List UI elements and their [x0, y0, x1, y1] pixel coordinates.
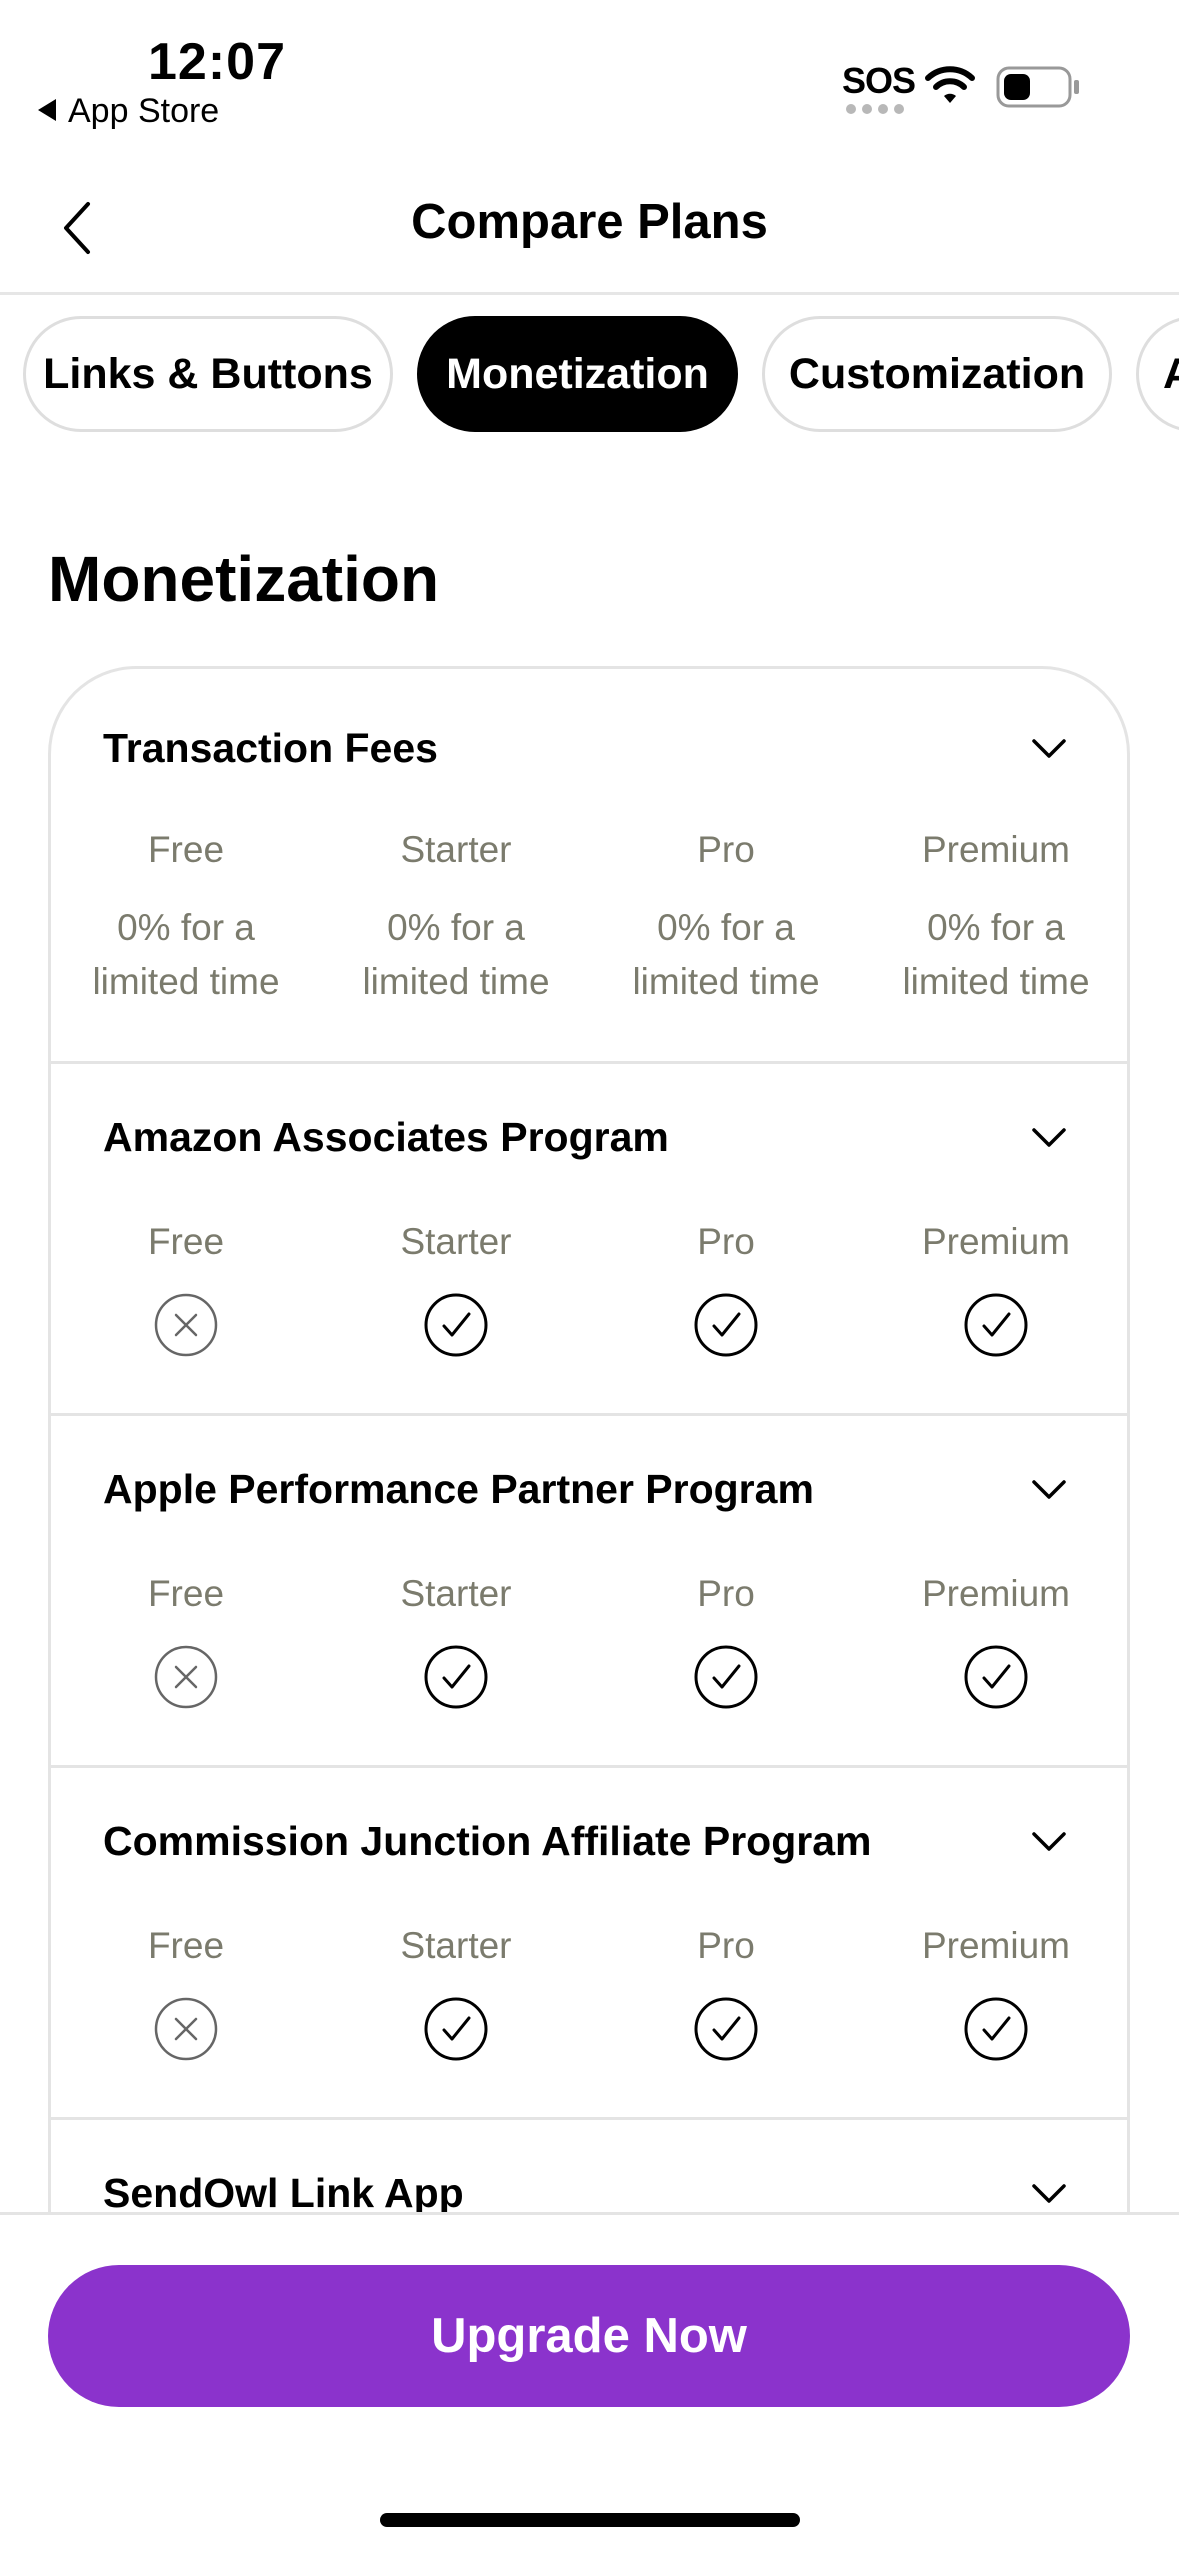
home-indicator — [380, 2513, 800, 2527]
x-circle-icon — [154, 1645, 218, 1709]
plan-label-premium: Premium — [921, 1925, 1071, 1966]
sos-indicator: SOS — [842, 60, 916, 101]
plan-label-starter: Starter — [400, 829, 512, 870]
fee-value-starter: 0% for a limited time — [362, 907, 550, 1002]
nav-bar: Compare Plans — [0, 160, 1179, 295]
category-tabs: Links & Buttons Monetization Customizati… — [0, 316, 1179, 438]
upgrade-now-button[interactable]: Upgrade Now — [48, 2265, 1130, 2407]
x-circle-icon — [154, 1293, 218, 1357]
fee-value-premium: 0% for a limited time — [902, 907, 1090, 1002]
feature-title: Transaction Fees — [103, 725, 438, 771]
feature-title: Amazon Associates Program — [103, 1114, 669, 1160]
section-title: Monetization — [48, 543, 440, 615]
page-title: Compare Plans — [411, 195, 768, 249]
plan-label-pro: Pro — [697, 1925, 755, 1966]
signal-dots — [846, 104, 904, 114]
chevron-down-icon[interactable] — [1031, 737, 1067, 761]
feature-row[interactable]: SendOwl Link App — [51, 2120, 1127, 2226]
plan-label-premium: Premium — [921, 1573, 1071, 1614]
x-circle-icon — [154, 1997, 218, 2061]
tab-customization[interactable]: Customization — [762, 316, 1112, 432]
feature-row[interactable]: Amazon Associates Program Free Starter P… — [51, 1064, 1127, 1416]
plan-label-premium: Premium — [921, 829, 1071, 870]
check-circle-icon — [964, 1293, 1028, 1357]
status-bar: 12:07 App Store SOS — [0, 0, 1179, 150]
feature-title: SendOwl Link App — [103, 2170, 464, 2216]
battery-icon — [996, 66, 1079, 108]
check-circle-icon — [424, 1645, 488, 1709]
plan-label-pro: Pro — [697, 1221, 755, 1262]
plan-label-free: Free — [147, 1573, 225, 1614]
chevron-down-icon[interactable] — [1031, 1478, 1067, 1502]
tab-links-buttons[interactable]: Links & Buttons — [23, 316, 393, 432]
plan-label-pro: Pro — [697, 829, 755, 870]
plan-label-starter: Starter — [400, 1221, 512, 1262]
feature-row[interactable]: Apple Performance Partner Program Free S… — [51, 1416, 1127, 1768]
chevron-down-icon[interactable] — [1031, 1126, 1067, 1150]
back-to-app-store[interactable]: App Store — [38, 92, 219, 131]
feature-row[interactable]: Transaction Fees Free Starter Pro Premiu… — [51, 669, 1127, 1064]
chevron-down-icon[interactable] — [1031, 2182, 1067, 2206]
plan-label-starter: Starter — [400, 1573, 512, 1614]
check-circle-icon — [694, 1997, 758, 2061]
wifi-icon — [925, 66, 975, 103]
status-time: 12:07 — [148, 33, 286, 91]
check-circle-icon — [694, 1293, 758, 1357]
plan-label-premium: Premium — [921, 1221, 1071, 1262]
fee-value-pro: 0% for a limited time — [632, 907, 820, 1002]
plan-label-pro: Pro — [697, 1573, 755, 1614]
feature-title: Apple Performance Partner Program — [103, 1466, 814, 1512]
back-triangle-icon — [38, 99, 56, 121]
plan-label-free: Free — [147, 829, 225, 870]
tab-partial[interactable]: A — [1136, 316, 1179, 432]
check-circle-icon — [424, 1293, 488, 1357]
tab-monetization[interactable]: Monetization — [417, 316, 738, 432]
check-circle-icon — [964, 1997, 1028, 2061]
plan-label-starter: Starter — [400, 1925, 512, 1966]
fee-value-free: 0% for a limited time — [92, 907, 280, 1002]
chevron-down-icon[interactable] — [1031, 1830, 1067, 1854]
check-circle-icon — [964, 1645, 1028, 1709]
feature-row[interactable]: Commission Junction Affiliate Program Fr… — [51, 1768, 1127, 2120]
bottom-bar: Upgrade Now — [0, 2212, 1179, 2559]
check-circle-icon — [424, 1997, 488, 2061]
plan-label-free: Free — [147, 1221, 225, 1262]
check-circle-icon — [694, 1645, 758, 1709]
plan-label-free: Free — [147, 1925, 225, 1966]
back-app-label: App Store — [68, 92, 220, 130]
comparison-card: Transaction Fees Free Starter Pro Premiu… — [48, 666, 1130, 2226]
feature-title: Commission Junction Affiliate Program — [103, 1818, 872, 1864]
